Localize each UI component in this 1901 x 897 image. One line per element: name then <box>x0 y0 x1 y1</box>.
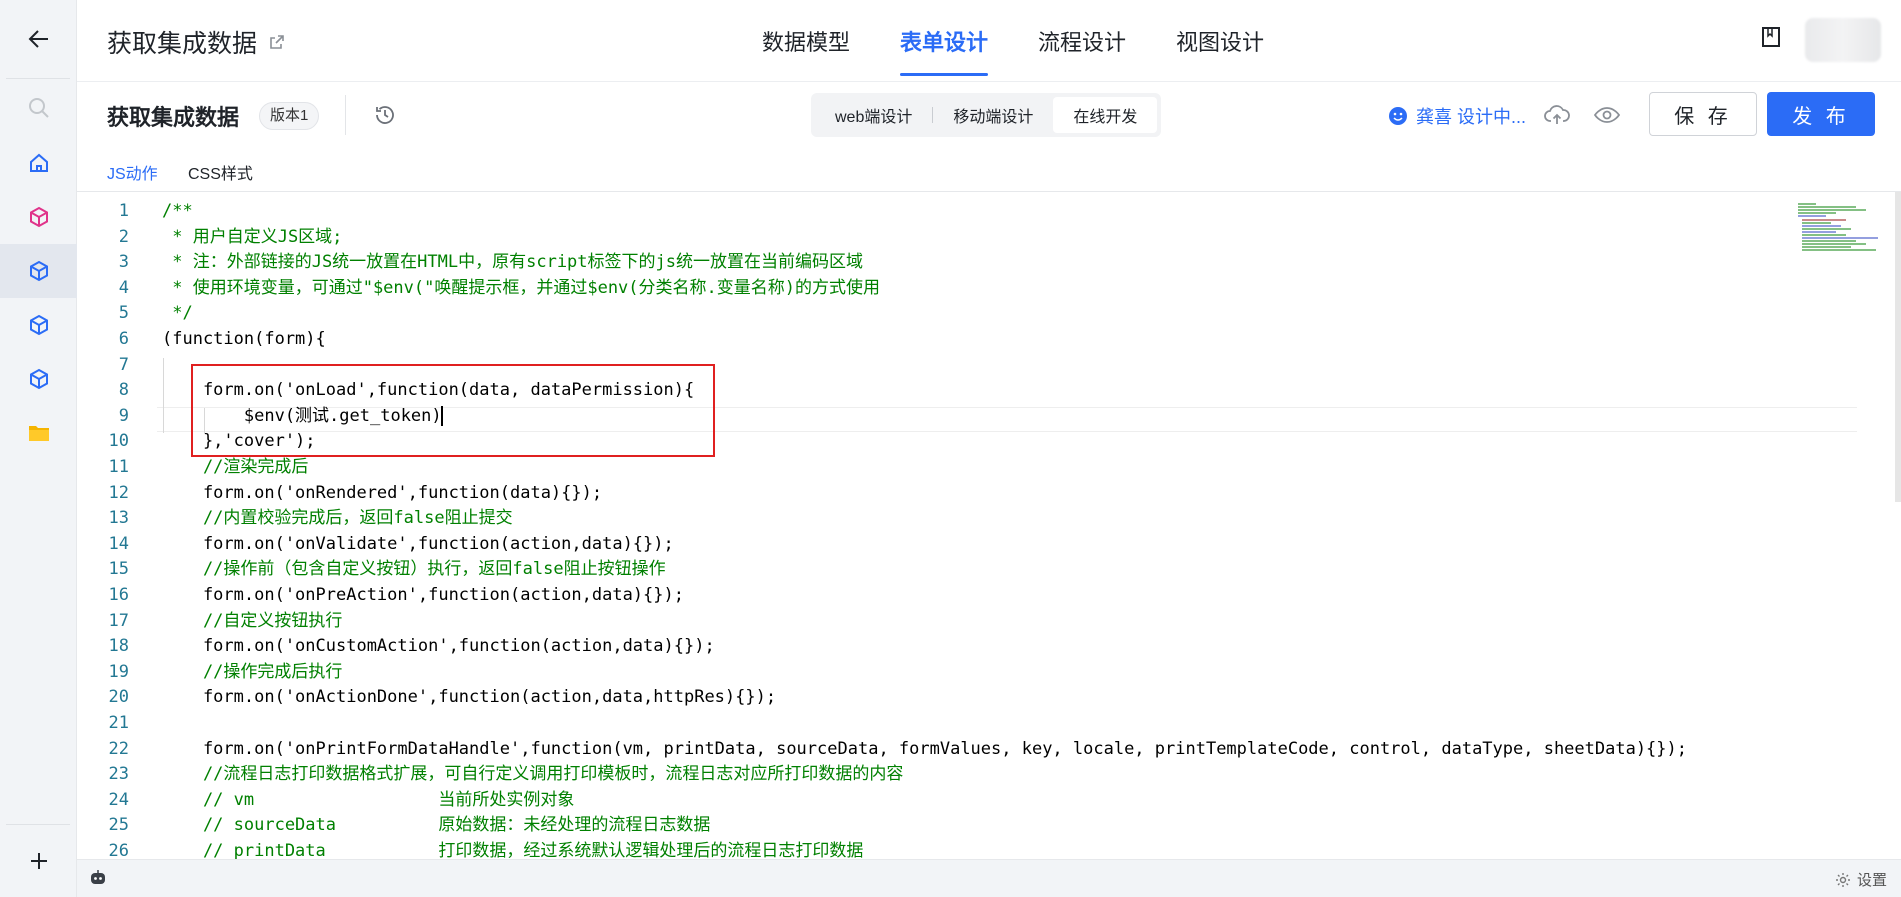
highlight-annotation-box <box>191 364 715 457</box>
app-button-1[interactable] <box>0 190 77 244</box>
top-header: 获取集成数据 数据模型 表单设计 流程设计 视图设计 <box>77 0 1901 82</box>
folder-icon <box>28 426 49 441</box>
app-title: 获取集成数据 <box>107 24 285 60</box>
history-icon[interactable] <box>373 103 397 127</box>
editing-status: 龚喜 设计中... <box>1388 103 1526 129</box>
tab-js-actions[interactable]: JS动作 <box>107 160 158 197</box>
avatar[interactable] <box>1805 18 1881 62</box>
settings-label: 设置 <box>1856 872 1887 889</box>
home-button[interactable] <box>0 136 77 190</box>
mode-mobile-design[interactable]: 移动端设计 <box>933 97 1053 133</box>
smile-icon <box>1389 107 1407 125</box>
version-badge[interactable]: 版本1 <box>259 102 320 130</box>
form-toolbar: 获取集成数据 版本1 web端设计 移动端设计 在线开发 龚喜 设计中... 保… <box>77 83 1901 149</box>
main-nav: 数据模型 表单设计 流程设计 视图设计 <box>737 0 1289 82</box>
bottom-status-bar: 设置 <box>77 859 1901 897</box>
app-button-2[interactable] <box>0 244 77 298</box>
code-minimap[interactable] <box>1796 202 1881 262</box>
add-button[interactable] <box>0 834 77 888</box>
cube-icon <box>29 314 48 336</box>
app-button-3[interactable] <box>0 298 77 352</box>
left-rail <box>0 0 77 897</box>
form-title: 获取集成数据 <box>107 105 240 130</box>
cube-icon <box>29 206 48 228</box>
home-icon <box>29 153 48 172</box>
code-editor[interactable]: 1/** 2 * 用户自定义JS区域; 3 * 注：外部链接的JS统一放置在HT… <box>77 192 1901 859</box>
mode-web-design[interactable]: web端设计 <box>815 97 932 133</box>
tab-form-design[interactable]: 表单设计 <box>875 0 1013 82</box>
status-text: 龚喜 设计中... <box>1416 107 1527 127</box>
settings-button[interactable]: 设置 <box>1835 869 1887 890</box>
arrow-left-icon <box>28 30 48 48</box>
mode-online-dev[interactable]: 在线开发 <box>1053 97 1158 133</box>
cube-icon <box>29 260 48 282</box>
book-icon[interactable] <box>1761 26 1781 48</box>
tab-css-styles[interactable]: CSS样式 <box>188 160 253 184</box>
app-button-4[interactable] <box>0 352 77 406</box>
tab-data-model[interactable]: 数据模型 <box>737 0 875 82</box>
search-button[interactable] <box>0 81 77 135</box>
editor-scrollbar[interactable] <box>1895 192 1901 502</box>
save-button[interactable]: 保 存 <box>1649 92 1757 136</box>
design-mode-switch: web端设计 移动端设计 在线开发 <box>811 93 1162 137</box>
tab-view-design[interactable]: 视图设计 <box>1151 0 1289 82</box>
plus-icon <box>30 853 47 869</box>
external-link-icon[interactable] <box>269 34 285 50</box>
robot-icon[interactable] <box>89 869 107 887</box>
back-button[interactable] <box>0 12 77 66</box>
code-tabs: JS动作 CSS样式 <box>77 150 1901 197</box>
cloud-upload-icon[interactable] <box>1544 103 1570 127</box>
search-icon <box>28 98 49 118</box>
publish-button[interactable]: 发 布 <box>1767 92 1875 136</box>
tab-process-design[interactable]: 流程设计 <box>1013 0 1151 82</box>
folder-button[interactable] <box>0 406 77 460</box>
eye-icon[interactable] <box>1594 103 1620 127</box>
cube-icon <box>29 368 48 390</box>
gear-icon <box>1835 872 1850 887</box>
app-title-text: 获取集成数据 <box>107 30 258 58</box>
